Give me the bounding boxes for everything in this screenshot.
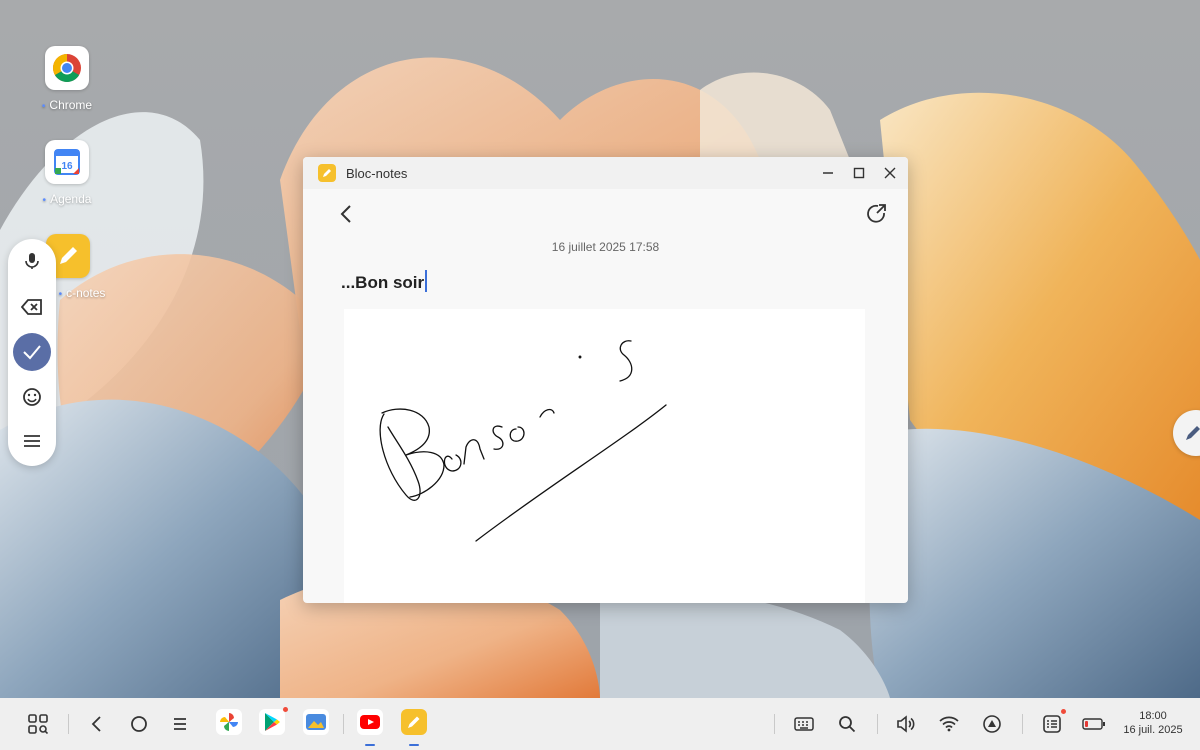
taskbar-app-youtube[interactable]	[357, 709, 383, 735]
menu-icon	[24, 435, 40, 447]
keyboard-icon	[794, 717, 814, 731]
handwriting-bonsoir	[379, 340, 667, 542]
taskbar: 18:00 16 juil. 2025	[0, 698, 1200, 750]
search-icon	[839, 716, 856, 733]
home-circle-icon	[131, 716, 147, 732]
volume-button[interactable]	[892, 710, 920, 738]
taskbar-divider	[68, 714, 69, 734]
emoji-button[interactable]	[12, 377, 52, 417]
notification-dot	[283, 707, 288, 712]
floating-input-toolbar	[8, 239, 56, 466]
notes-app-icon	[318, 164, 336, 182]
volume-icon	[897, 715, 915, 733]
notification-dot	[1061, 709, 1066, 714]
note-title[interactable]: ...Bon soir	[341, 270, 427, 293]
microphone-icon	[25, 253, 39, 269]
taskbar-divider	[1022, 714, 1023, 734]
share-icon	[867, 204, 886, 223]
text-cursor	[425, 270, 427, 292]
menu-button[interactable]	[12, 421, 52, 461]
desktop-icon-chrome[interactable]: Chrome	[27, 46, 107, 112]
taskbar-app-play-store[interactable]	[259, 709, 285, 735]
maximize-button[interactable]	[848, 162, 870, 184]
note-title-text: ...Bon soir	[341, 273, 425, 292]
notification-panel-icon	[1043, 715, 1061, 733]
youtube-icon	[360, 715, 380, 729]
play-store-icon	[265, 713, 280, 731]
drawing-canvas[interactable]	[344, 309, 865, 603]
maximize-icon	[853, 167, 865, 179]
wifi-icon	[939, 716, 959, 732]
notes-window: Bloc-notes 16 juillet 2025 17:58 ...Bon …	[303, 157, 908, 603]
close-icon	[884, 167, 896, 179]
desktop-icon-label: Agenda	[27, 192, 107, 206]
keyboard-button[interactable]	[790, 710, 818, 738]
clock[interactable]: 18:00 16 juil. 2025	[1112, 709, 1194, 737]
check-icon	[23, 345, 41, 360]
triangle-circle-icon	[983, 715, 1001, 733]
search-button[interactable]	[833, 710, 861, 738]
app-drawer-button[interactable]	[24, 710, 52, 738]
taskbar-app-photos[interactable]	[216, 709, 242, 735]
calendar-badge: 16	[61, 161, 73, 172]
desktop-icon-label: c-notes	[56, 286, 108, 300]
desktop-icon-label: Chrome	[27, 98, 107, 112]
clock-date: 16 juil. 2025	[1123, 724, 1183, 736]
taskbar-divider	[774, 714, 775, 734]
microphone-button[interactable]	[12, 241, 52, 281]
window-title: Bloc-notes	[346, 166, 408, 181]
taskbar-app-notes[interactable]	[401, 709, 427, 735]
chevron-left-icon	[91, 716, 101, 732]
photos-pinwheel-icon	[220, 713, 238, 731]
battery-low-icon	[1082, 718, 1105, 730]
wifi-button[interactable]	[935, 710, 963, 738]
gallery-icon	[306, 714, 326, 730]
confirm-button[interactable]	[13, 333, 51, 371]
chevron-left-icon	[340, 205, 351, 223]
desktop-icon-agenda[interactable]: 16 Agenda	[27, 140, 107, 206]
chrome-icon	[45, 46, 89, 90]
nav-recents-button[interactable]	[166, 710, 194, 738]
running-indicator	[409, 744, 419, 746]
note-date: 16 juillet 2025 17:58	[551, 240, 660, 254]
taskbar-divider	[877, 714, 878, 734]
back-button[interactable]	[335, 202, 359, 226]
emoji-icon	[23, 388, 41, 406]
calendar-icon: 16	[45, 140, 89, 184]
nav-home-button[interactable]	[125, 710, 153, 738]
window-titlebar[interactable]: Bloc-notes	[303, 157, 908, 189]
backspace-button[interactable]	[12, 287, 52, 327]
clock-time: 18:00	[1139, 710, 1167, 722]
minimize-icon	[823, 172, 833, 174]
nav-back-button[interactable]	[83, 710, 111, 738]
battery-status[interactable]	[1080, 710, 1108, 738]
notifications-button[interactable]	[1038, 710, 1066, 738]
share-button[interactable]	[865, 202, 889, 226]
app-grid-search-icon	[28, 714, 48, 734]
pen-icon	[1186, 426, 1200, 440]
backspace-icon	[21, 299, 42, 315]
running-indicator	[365, 744, 375, 746]
notes-icon	[408, 716, 420, 728]
cast-button[interactable]	[978, 710, 1006, 738]
taskbar-divider	[343, 714, 344, 734]
taskbar-app-gallery[interactable]	[303, 709, 329, 735]
recents-icon	[174, 718, 186, 730]
close-button[interactable]	[879, 162, 901, 184]
minimize-button[interactable]	[817, 162, 839, 184]
